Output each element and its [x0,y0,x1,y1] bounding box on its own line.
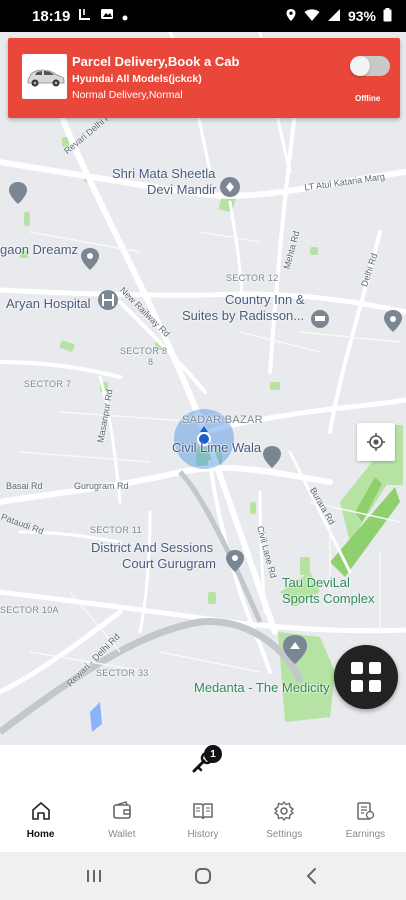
menu-grid-button[interactable] [334,645,398,709]
recent-apps-button[interactable] [74,856,114,896]
map-label-poi: Sports Complex [282,591,375,606]
signal-icon [327,8,341,25]
back-chevron-icon [306,868,316,884]
nav-home[interactable]: Home [0,799,81,845]
delivery-type: Normal Delivery,Normal [72,89,183,101]
map-label-sector: SECTOR 12 [226,273,279,283]
vehicle-name: Hyundai All Models(jckck) [72,73,202,85]
nav-wallet[interactable]: Wallet [81,799,162,845]
driver-status-card: Parcel Delivery,Book a Cab Hyundai All M… [8,38,400,118]
map-label-poi: Civil Lime Wala [172,440,262,455]
nav-label: Settings [266,829,303,840]
map-label-sector: SECTOR 33 [96,668,149,678]
nav-settings[interactable]: Settings [244,799,325,845]
map-label-poi: Medanta - The Medicity [194,680,330,695]
map-label-poi: Suites by Radisson... [182,308,305,323]
status-time: 18:19 [32,7,71,25]
back-button[interactable] [292,856,332,896]
map-label-sector: SECTOR 10A [0,605,59,615]
nav-label: History [187,829,219,840]
battery-icon [383,7,392,25]
toggle-knob [350,56,370,76]
car-icon [27,69,64,86]
map-label-poi: Shri Mata Sheetla [112,166,216,181]
map-label-poi: Devi Mandir [147,182,217,197]
battery-percent: 93% [347,8,376,24]
bottom-sheet: 1 Home Wallet History Settings Earnings [0,745,406,852]
map-label-poi: District And Sessions [91,540,214,555]
map-label-area: SADAR BAZAR [182,414,263,426]
map-label-poi: Court Gurugram [122,556,216,571]
nav-history[interactable]: History [162,799,243,845]
call-icon [78,7,92,25]
map-label-road: Basai Rd [6,481,43,491]
gallery-icon [100,7,114,25]
map-label-sector: SECTOR 8 [120,346,168,356]
nav-label: Home [26,829,55,840]
map-label-road: Gurugram Rd [74,481,129,491]
system-nav-bar [0,852,406,900]
home-circle-icon [194,868,211,884]
map-label-poi: gaon Dreamz [0,242,79,257]
settings-icon [273,799,295,823]
home-system-button[interactable] [183,856,223,896]
status-bar: 18:19 93% [0,0,406,32]
wallet-icon [111,799,133,823]
map-view[interactable]: Revari Delhi Rd LT Atul Kataria Marg Shr… [0,32,406,745]
map-label-poi: Country Inn & [225,292,305,307]
notification-dot-icon [122,8,128,25]
map-label-poi: Aryan Hospital [6,296,91,311]
my-location-button[interactable] [357,423,395,461]
map-label-poi: Tau DeviLal [282,575,350,590]
earnings-icon [354,799,376,823]
online-status-label: Offline [355,94,381,103]
nav-label: Wallet [108,829,136,840]
bottom-nav: Home Wallet History Settings Earnings [0,799,406,845]
service-title: Parcel Delivery,Book a Cab [72,54,240,69]
location-icon [285,8,297,25]
map-label-sector: SECTOR 7 [24,379,72,389]
app-screen: 18:19 93% Revari Delhi Rd LT Atul Katari… [0,0,406,900]
trip-count-badge: 1 [204,745,222,763]
home-icon [30,799,52,823]
nav-earnings[interactable]: Earnings [325,799,406,845]
history-icon [192,799,214,823]
grid-icon [351,662,381,692]
nav-label: Earnings [345,829,386,840]
vehicle-image [22,54,67,99]
online-toggle[interactable] [350,56,390,76]
crosshair-icon [367,433,385,451]
map-label-sector: 8 [148,357,154,367]
recent-apps-icon [87,870,102,882]
map-label-sector: SECTOR 11 [90,525,142,535]
wifi-icon [304,8,320,25]
